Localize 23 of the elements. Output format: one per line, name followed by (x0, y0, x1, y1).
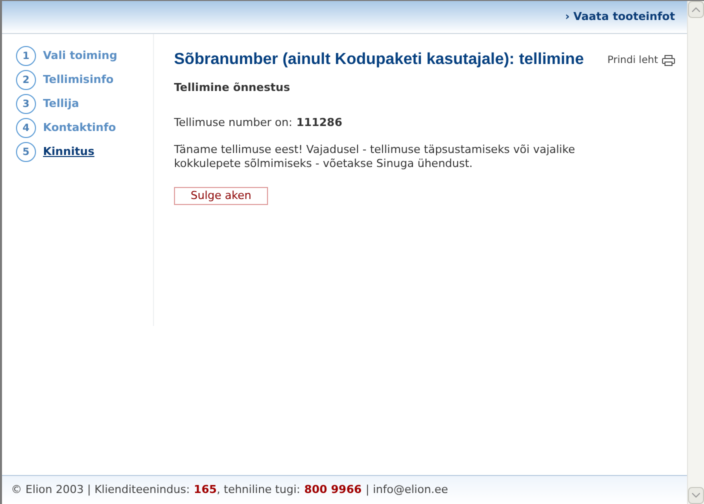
step-number: 3 (16, 94, 36, 114)
step-number: 5 (16, 142, 36, 162)
product-info-link[interactable]: › Vaata tooteinfot (565, 8, 675, 26)
confirmation-message: Täname tellimuse eest! Vajadusel - tellimuse täpsustamiseks või vajalike kokkulepete sõlmimiseks - võetakse Sinuga ühendust. (174, 143, 576, 171)
print-link[interactable]: Prindi leht (607, 52, 675, 68)
scroll-up-icon[interactable] (688, 1, 704, 18)
customer-service-phone: 165 (194, 482, 217, 498)
scrollbar[interactable] (687, 1, 704, 504)
order-number: 111286 (296, 114, 342, 130)
scroll-down-icon[interactable] (688, 487, 704, 504)
tech-support-phone: 800 9966 (304, 482, 362, 498)
printer-icon (662, 54, 675, 66)
footer-email: | info@elion.ee (366, 482, 448, 498)
footer-text: © Elion 2003 | Klienditeenindus: (11, 482, 190, 498)
step-number: 4 (16, 118, 36, 138)
step-number: 2 (16, 70, 36, 90)
step-link[interactable]: Kinnitus (43, 144, 94, 160)
order-number-label: Tellimuse number on: (174, 114, 292, 130)
page-title: Sõbranumber (ainult Kodupaketi kasutajale): tellimine (174, 50, 584, 70)
close-window-button[interactable]: Sulge aken (174, 187, 268, 205)
footer-text: , tehniline tugi: (216, 482, 300, 498)
step-number: 1 (16, 46, 36, 66)
success-heading: Tellimine õnnestus (174, 80, 292, 96)
